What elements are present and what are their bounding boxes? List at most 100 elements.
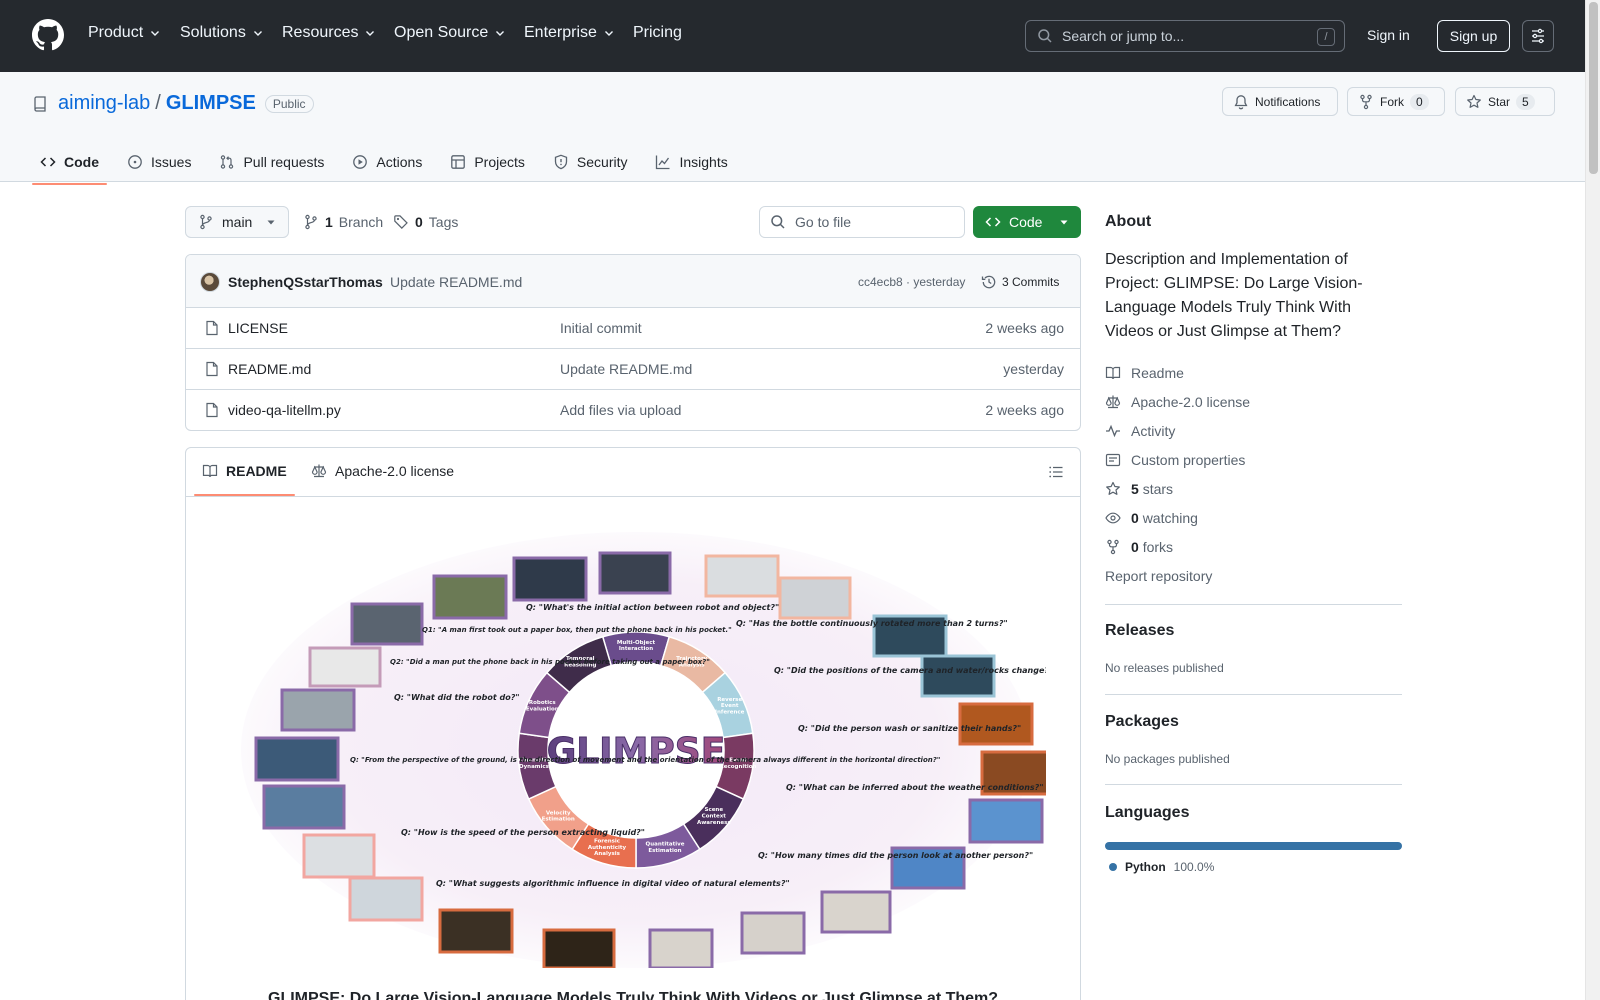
tab-insights-label: Insights (679, 154, 728, 170)
packages-heading[interactable]: Packages (1105, 713, 1179, 731)
file-commit-message[interactable]: Add files via upload (560, 402, 681, 418)
chevron-down-icon (364, 27, 376, 39)
video-thumbnail (254, 736, 340, 782)
notifications-button[interactable]: Notifications (1222, 87, 1338, 116)
branch-selector[interactable]: main (185, 206, 289, 238)
avatar[interactable] (200, 272, 220, 292)
search-input[interactable]: Search or jump to... / (1025, 20, 1345, 52)
nav-resources[interactable]: Resources (282, 24, 376, 42)
search-icon (1037, 28, 1053, 44)
question-caption: Q: "Did the person wash or sanitize thei… (798, 724, 1021, 733)
question-caption: Q: "How many times did the person look a… (758, 851, 1033, 860)
sign-up-button[interactable]: Sign up (1437, 20, 1510, 52)
forks-count: 0 (1131, 539, 1139, 555)
watchers-link[interactable]: 0 watching (1105, 510, 1198, 526)
tab-readme[interactable]: README (202, 463, 287, 479)
nav-solutions[interactable]: Solutions (180, 24, 264, 42)
star-label: Star (1488, 94, 1511, 109)
tab-security[interactable]: Security (545, 142, 636, 182)
video-thumbnail (704, 554, 780, 598)
file-icon (204, 320, 220, 336)
tab-code[interactable]: Code (32, 142, 107, 185)
question-caption: Q: "How is the speed of the person extra… (401, 828, 645, 837)
file-name-link[interactable]: video-qa-litellm.py (228, 402, 341, 418)
commits-count: 3 Commits (1002, 275, 1060, 289)
tab-license[interactable]: Apache-2.0 license (311, 463, 454, 479)
sign-in-link[interactable]: Sign in (1367, 27, 1410, 43)
tab-actions[interactable]: Actions (344, 142, 430, 182)
language-item[interactable]: Python 100.0% (1109, 860, 1214, 874)
fork-button[interactable]: Fork 0 (1347, 87, 1445, 116)
license-link-label: Apache-2.0 license (1131, 394, 1251, 410)
repo-header: aiming-lab / GLIMPSE Public Notification… (0, 72, 1585, 185)
video-thumbnail (778, 576, 852, 620)
nav-enterprise[interactable]: Enterprise (524, 24, 615, 42)
tab-license-label: Apache-2.0 license (335, 463, 455, 479)
video-thumbnail (512, 556, 588, 602)
go-to-file-input[interactable]: Go to file (759, 206, 965, 238)
file-commit-message[interactable]: Initial commit (560, 320, 642, 336)
file-name-link[interactable]: LICENSE (228, 320, 288, 336)
watching-label: watching (1142, 510, 1198, 526)
tab-pull-requests[interactable]: Pull requests (211, 142, 332, 182)
readme-tabs: README Apache-2.0 license (186, 448, 1080, 497)
tag-icon (393, 214, 409, 230)
branches-link[interactable]: 1 Branch (303, 214, 383, 230)
page-scrollbar[interactable] (1585, 0, 1600, 1000)
watching-count: 0 (1131, 510, 1139, 526)
graph-icon (655, 154, 671, 170)
tab-projects[interactable]: Projects (442, 142, 533, 182)
search-icon (770, 214, 786, 230)
github-logo-icon[interactable] (32, 19, 64, 51)
report-repository-link[interactable]: Report repository (1105, 568, 1212, 584)
latest-commit-row: StephenQSstarThomas Update README.md cc4… (186, 255, 1080, 308)
outline-menu-button[interactable] (1048, 464, 1064, 480)
code-dropdown-button[interactable]: Code (973, 206, 1081, 238)
activity-link[interactable]: Activity (1105, 423, 1175, 439)
star-icon (1105, 481, 1121, 497)
video-thumbnail (308, 646, 382, 688)
commit-sha-time[interactable]: cc4ecb8 · yesterday (858, 275, 965, 289)
tab-pull-requests-label: Pull requests (243, 154, 325, 170)
global-header: Product Solutions Resources Open Source … (0, 0, 1585, 72)
commit-author-link[interactable]: StephenQSstarThomas (228, 274, 383, 290)
releases-heading[interactable]: Releases (1105, 622, 1174, 640)
repo-name-link[interactable]: GLIMPSE (166, 92, 256, 115)
code-icon (985, 214, 1001, 230)
nav-open-source[interactable]: Open Source (394, 24, 506, 42)
scrollbar-thumb[interactable] (1589, 2, 1598, 174)
nav-product[interactable]: Product (88, 24, 161, 42)
file-commit-message[interactable]: Update README.md (560, 361, 692, 377)
readme-link[interactable]: Readme (1105, 365, 1184, 381)
triangle-down-icon (266, 217, 276, 227)
tab-issues[interactable]: Issues (119, 142, 199, 182)
file-row[interactable]: LICENSE Initial commit 2 weeks ago (186, 308, 1080, 349)
about-description: Description and Implementation of Projec… (1105, 251, 1363, 340)
commits-history-link[interactable]: 3 Commits (981, 274, 1059, 290)
nav-pricing[interactable]: Pricing (633, 24, 682, 42)
video-thumbnail (280, 688, 356, 732)
star-button[interactable]: Star 5 (1455, 87, 1555, 116)
question-caption: Q1: "A man first took out a paper box, t… (422, 626, 732, 634)
sliders-menu-button[interactable] (1522, 20, 1554, 52)
readme-figure[interactable]: Multi-Object Interaction Trajectory Analysi… (226, 528, 1046, 968)
sliders-icon (1530, 28, 1546, 44)
repo-owner-link[interactable]: aiming-lab (58, 92, 150, 115)
language-color-dot (1109, 863, 1117, 871)
file-list: StephenQSstarThomas Update README.md cc4… (185, 254, 1081, 431)
tags-link[interactable]: 0 Tags (393, 214, 458, 230)
file-row[interactable]: video-qa-litellm.py Add files via upload… (186, 390, 1080, 430)
commit-message-link[interactable]: Update README.md (390, 274, 522, 290)
file-row[interactable]: README.md Update README.md yesterday (186, 349, 1080, 390)
forks-link[interactable]: 0 forks (1105, 539, 1173, 555)
releases-empty: No releases published (1105, 661, 1224, 675)
activity-link-label: Activity (1131, 423, 1176, 439)
stars-link[interactable]: 5 stars (1105, 481, 1173, 497)
custom-properties-link[interactable]: Custom properties (1105, 452, 1245, 468)
table-icon (450, 154, 466, 170)
file-name-link[interactable]: README.md (228, 361, 311, 377)
license-link[interactable]: Apache-2.0 license (1105, 394, 1250, 410)
figure-title: GLIMPSE (547, 731, 726, 772)
tab-insights[interactable]: Insights (647, 142, 735, 182)
tab-actions-label: Actions (376, 154, 423, 170)
